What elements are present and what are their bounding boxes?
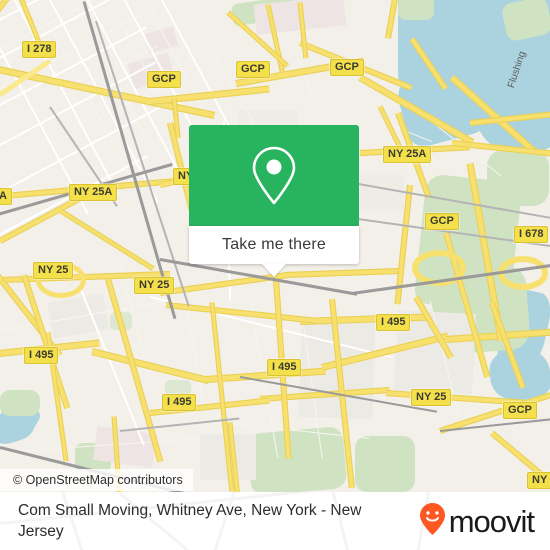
footer-bar: Com Small Moving, Whitney Ave, New York … [0,492,550,550]
road-shield: I 278 [22,41,57,58]
road-shield: NY 25 [33,262,74,279]
road-shield: NY 25 [411,389,452,406]
road-shield: GCP [503,402,537,419]
road-shield: GCP [147,71,181,88]
location-info-card[interactable]: Take me there [189,125,359,277]
map-canvas[interactable]: Flushing I 278 GCP GCP GCP NY 25A NY 25A A NY GC… [0,0,550,492]
road-shield: I 495 [24,347,59,364]
take-me-there-label: Take me there [222,236,326,253]
road-shield: NY 25 [134,277,175,294]
road-shield: NY [527,472,550,489]
osm-attribution-text: © OpenStreetMap contributors [13,473,183,487]
road-shield: GCP [236,61,270,78]
road-shield: GCP [425,213,459,230]
moovit-logo[interactable]: moovit [419,502,535,541]
road-shield: I 495 [162,394,197,411]
osm-attribution[interactable]: © OpenStreetMap contributors [0,469,193,491]
road-shield: NY 25A [69,184,118,201]
road-shield: I 495 [267,359,302,376]
card-pointer-tail [262,264,286,277]
road-shield: NY 25A [383,146,432,163]
road-shield: A [0,188,12,205]
page-title: Com Small Moving, Whitney Ave, New York … [18,502,362,540]
take-me-there-button[interactable]: Take me there [189,226,359,277]
moovit-wordmark: moovit [448,503,535,539]
card-icon-panel [189,125,359,226]
road-shield: I 495 [376,314,411,331]
screenshot-root: Flushing I 278 GCP GCP GCP NY 25A NY 25A A NY GC… [0,0,550,550]
road-shield: GCP [330,59,364,76]
map-pin-icon [249,145,299,207]
moovit-pin-icon [419,502,446,541]
road-shield: I 678 [514,226,549,243]
